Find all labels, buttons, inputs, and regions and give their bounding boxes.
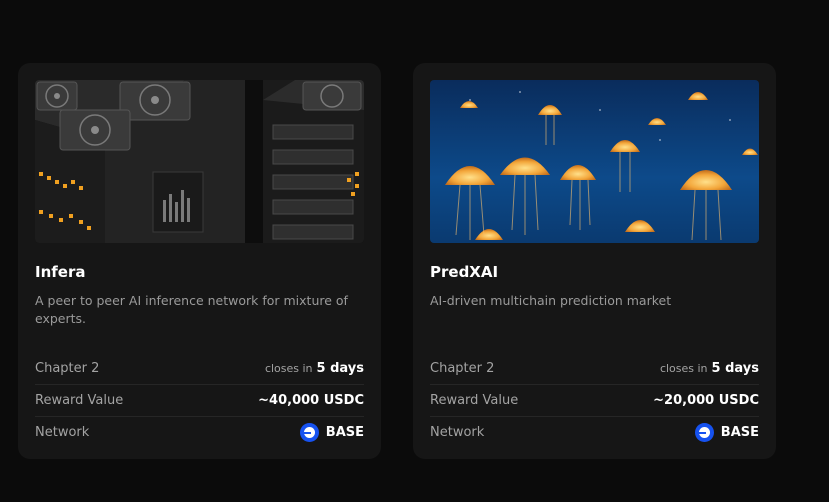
- closes-days: 5 days: [711, 361, 759, 376]
- network-row: Network BASE: [35, 417, 364, 448]
- chapter-label: Chapter 2: [35, 361, 100, 376]
- network-row: Network BASE: [430, 417, 759, 448]
- base-network-icon: [694, 423, 714, 442]
- reward-label: Reward Value: [430, 393, 519, 408]
- reward-value: ~40,000 USDC: [258, 393, 364, 408]
- network-name: BASE: [325, 425, 364, 440]
- network-name: BASE: [720, 425, 759, 440]
- chapter-row: Chapter 2 closes in 5 days: [430, 353, 759, 385]
- card-description: A peer to peer AI inference network for …: [35, 293, 348, 326]
- network-label: Network: [35, 425, 90, 440]
- closes-days: 5 days: [316, 361, 364, 376]
- network-value: BASE: [299, 423, 364, 442]
- card-title: Infera: [35, 263, 86, 281]
- network-value: BASE: [694, 423, 759, 442]
- chapter-row: Chapter 2 closes in 5 days: [35, 353, 364, 385]
- base-network-icon: [299, 423, 319, 442]
- reward-row: Reward Value ~20,000 USDC: [430, 385, 759, 417]
- network-label: Network: [430, 425, 485, 440]
- server-racks-image: [35, 80, 364, 243]
- closes-value: closes in 5 days: [265, 361, 364, 376]
- chapter-label: Chapter 2: [430, 361, 495, 376]
- closes-prefix: closes in: [659, 362, 708, 375]
- jellyfish-image: [430, 80, 759, 243]
- card-details: Chapter 2 closes in 5 days Reward Value …: [35, 353, 364, 448]
- reward-row: Reward Value ~40,000 USDC: [35, 385, 364, 417]
- reward-value: ~20,000 USDC: [653, 393, 759, 408]
- reward-label: Reward Value: [35, 393, 124, 408]
- card-title: PredXAI: [430, 263, 499, 281]
- closes-prefix: closes in: [264, 362, 313, 375]
- project-card-infera[interactable]: Infera A peer to peer AI inference netwo…: [18, 63, 381, 459]
- card-details: Chapter 2 closes in 5 days Reward Value …: [430, 353, 759, 448]
- closes-value: closes in 5 days: [660, 361, 759, 376]
- card-description: AI-driven multichain prediction market: [430, 293, 672, 308]
- project-card-predxai[interactable]: PredXAI AI-driven multichain prediction …: [413, 63, 776, 459]
